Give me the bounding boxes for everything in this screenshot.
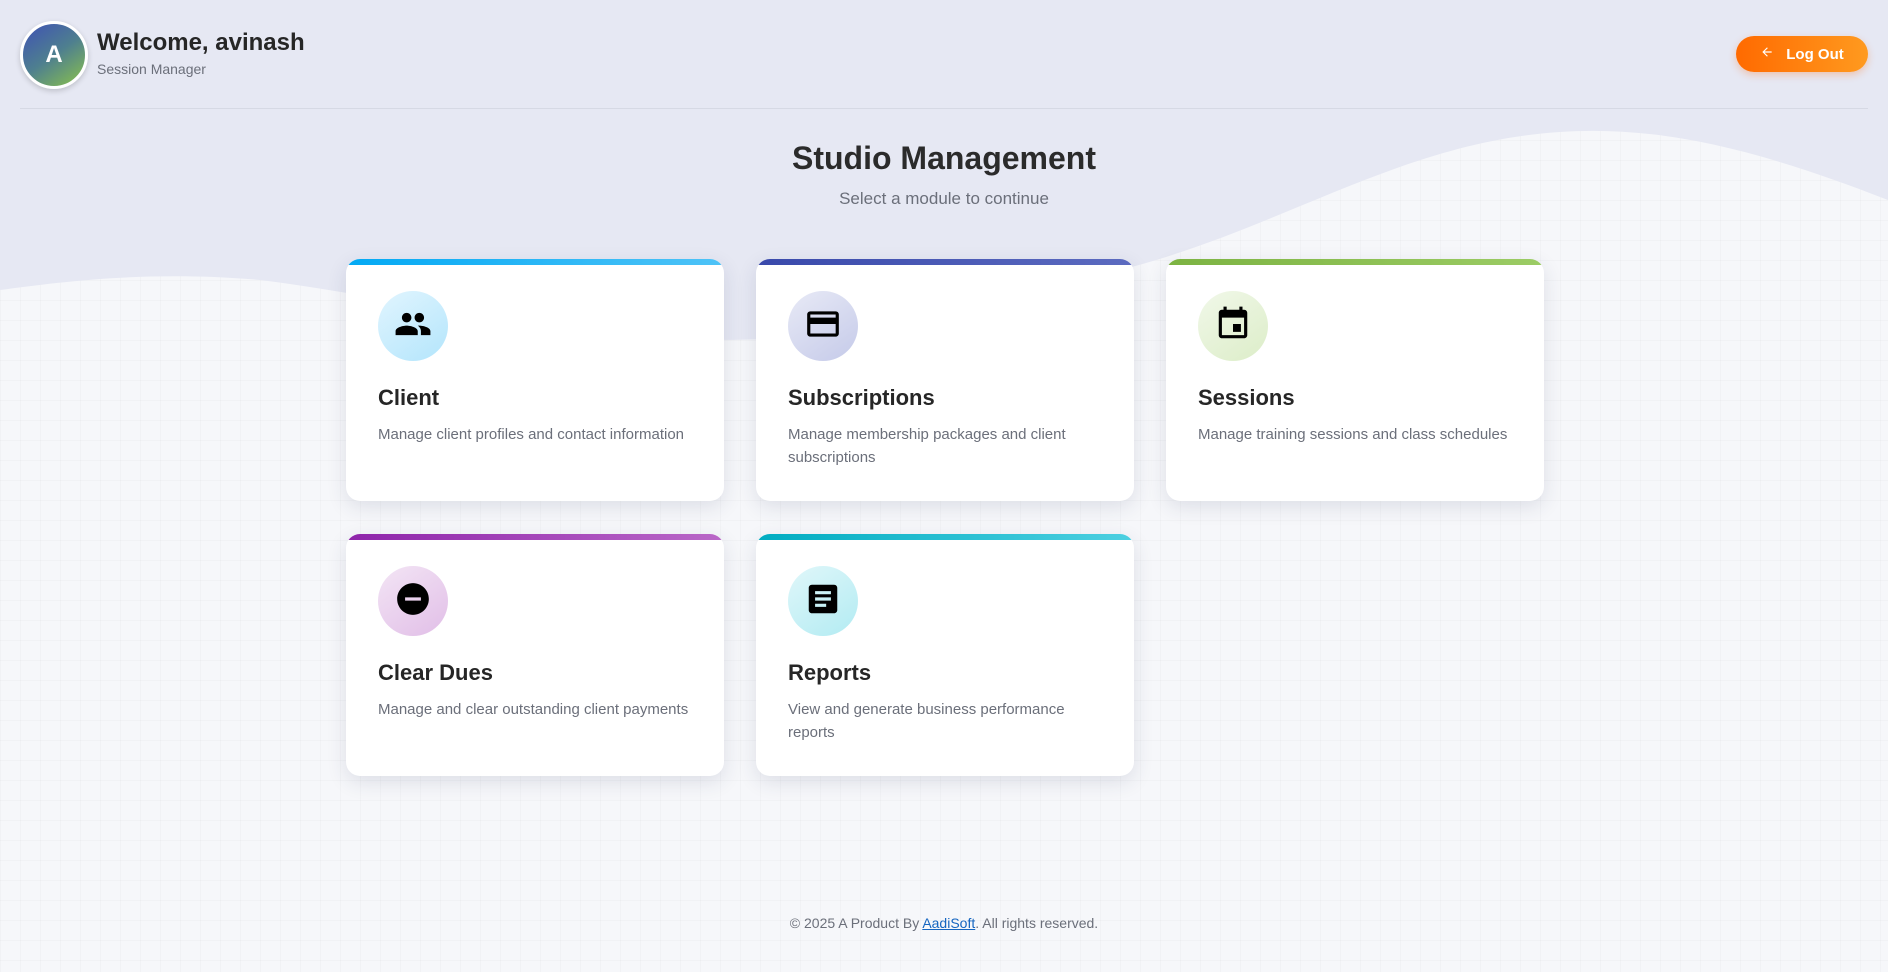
logout-button[interactable]: Log Out [1736,36,1868,72]
card-description: Manage training sessions and class sched… [1198,426,1508,443]
card-title: Subscriptions [788,385,935,410]
module-card-client[interactable]: Client Manage client profiles and contac… [346,259,724,501]
footer: © 2025 A Product By AadiSoft. All rights… [0,915,1888,931]
calendar-icon [1214,305,1252,348]
welcome-text: Welcome, avinash [97,29,305,56]
card-title: Reports [788,660,872,685]
user-role: Session Manager [97,61,206,77]
avatar[interactable]: A [20,21,88,89]
people-icon [394,305,432,348]
card-description: Manage and clear outstanding client paym… [378,701,689,718]
module-card-subscriptions[interactable]: Subscriptions Manage membership packages… [756,259,1134,501]
card-accent-bar [346,534,724,540]
page-title: Studio Management [791,140,1096,176]
card-accent-bar [756,259,1134,265]
logout-label: Log Out [1786,45,1844,63]
footer-copyright: © 2025 A Product By [789,915,923,931]
card-icon-container [378,566,448,636]
card-accent-bar [1166,259,1544,265]
card-description: Manage membership packages and client su… [788,426,1066,466]
card-icon-container [378,291,448,361]
card-icon-container [788,566,858,636]
page-subtitle: Select a module to continue [839,189,1049,208]
module-card-reports[interactable]: Reports View and generate business perfo… [756,534,1134,776]
module-card-sessions[interactable]: Sessions Manage training sessions and cl… [1166,259,1544,501]
credit-card-icon [804,305,842,348]
card-title: Client [378,385,440,410]
module-card-clear-dues[interactable]: Clear Dues Manage and clear outstanding … [346,534,724,776]
card-title: Sessions [1198,385,1295,410]
arrow-left-icon [1760,45,1774,63]
card-icon-container [788,291,858,361]
card-icon-container [1198,291,1268,361]
footer-rights: . All rights reserved. [975,915,1099,931]
footer-company-link[interactable]: AadiSoft [922,915,975,931]
top-header: A Welcome, avinash Session Manager Log O… [20,0,1868,109]
card-title: Clear Dues [378,660,493,685]
card-description: View and generate business performance r… [788,701,1065,741]
card-accent-bar [756,534,1134,540]
document-icon [804,580,842,623]
card-accent-bar [346,259,724,265]
minus-circle-icon [394,580,432,623]
card-description: Manage client profiles and contact infor… [378,426,685,443]
